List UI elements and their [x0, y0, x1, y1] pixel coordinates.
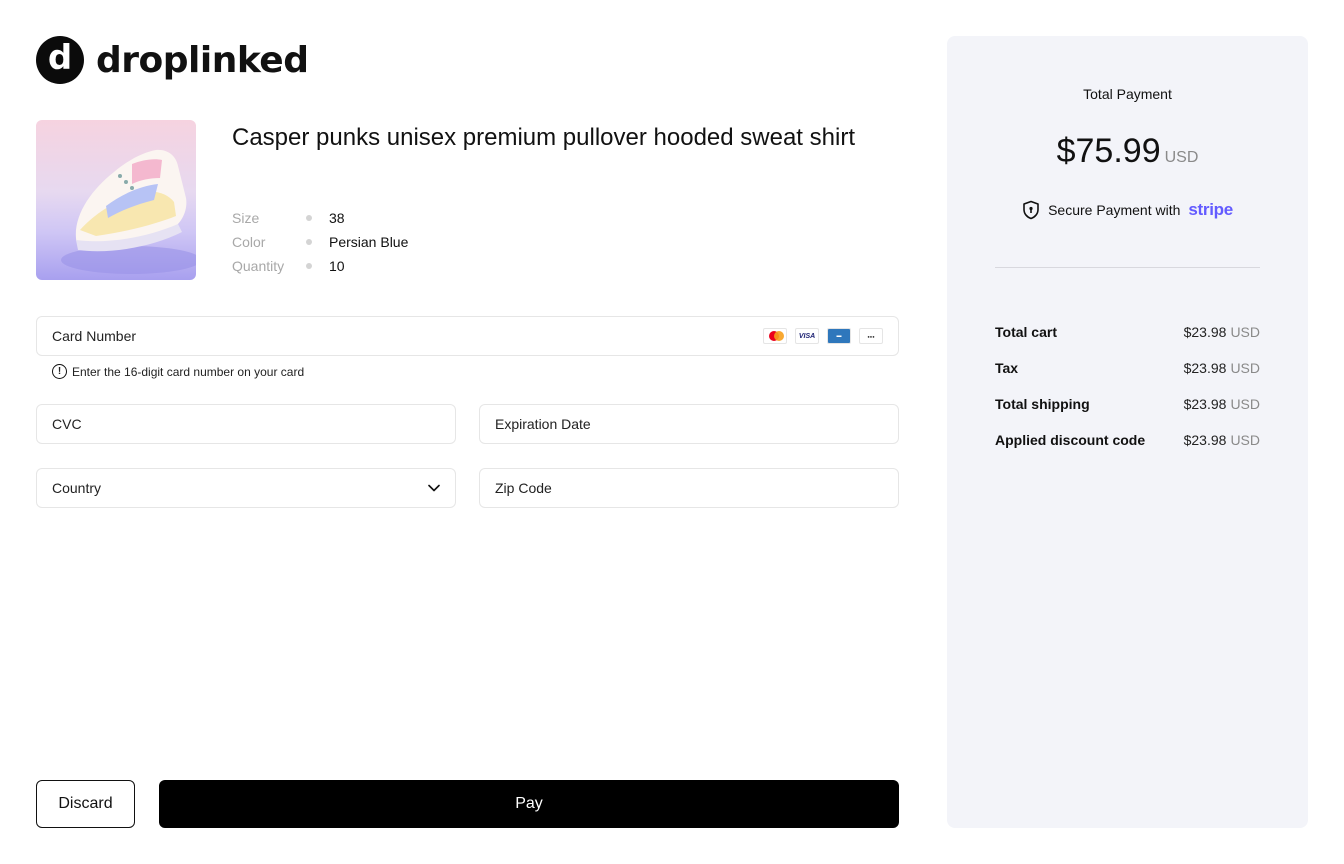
line-label: Tax — [995, 360, 1019, 376]
card-number-field[interactable]: Card Number VISA ▬ ●●● — [36, 316, 899, 356]
pay-button[interactable]: Pay — [159, 780, 899, 828]
line-value: $23.98 USD — [1183, 432, 1260, 448]
amount-currency: USD — [1164, 149, 1199, 166]
country-select[interactable]: Country — [36, 468, 456, 508]
mastercard-icon — [763, 328, 787, 344]
total-payment-amount: $75.99 USD — [947, 132, 1308, 171]
spec-label: Quantity — [232, 258, 285, 274]
zip-placeholder: Zip Code — [495, 480, 552, 496]
zip-code-field[interactable]: Zip Code — [479, 468, 899, 508]
amex-icon: ▬ — [827, 328, 851, 344]
chevron-down-icon — [428, 484, 440, 492]
expiration-date-field[interactable]: Expiration Date — [479, 404, 899, 444]
product-title: Casper punks unisex premium pullover hoo… — [232, 124, 855, 151]
bullet-icon — [306, 215, 312, 221]
spec-value: 10 — [329, 258, 345, 274]
line-label: Total cart — [995, 324, 1057, 340]
logo-mark-icon: d — [36, 36, 84, 84]
info-icon: ! — [52, 364, 67, 379]
shield-icon — [1023, 200, 1039, 220]
spec-label: Color — [232, 234, 266, 250]
discard-button[interactable]: Discard — [36, 780, 135, 828]
stripe-logo: stripe — [1188, 200, 1233, 219]
total-payment-label: Total Payment — [1083, 86, 1172, 102]
line-value: $23.98 USD — [1183, 324, 1260, 340]
spec-value: 38 — [329, 210, 345, 226]
brand-name: droplinked — [96, 39, 309, 81]
bullet-icon — [306, 263, 312, 269]
card-brands: VISA ▬ ●●● — [763, 328, 883, 344]
line-label: Applied discount code — [995, 432, 1146, 448]
product-image — [36, 120, 196, 280]
line-value: $23.98 USD — [1183, 396, 1260, 412]
secure-payment-text: Secure Payment with — [1048, 202, 1181, 218]
spec-label: Size — [232, 210, 260, 226]
summary-line: Applied discount code $23.98 USD — [995, 422, 1260, 458]
summary-line: Total cart $23.98 USD — [995, 314, 1260, 350]
bullet-icon — [306, 239, 312, 245]
card-hint-text: Enter the 16-digit card number on your c… — [72, 364, 305, 379]
cvc-placeholder: CVC — [52, 416, 82, 432]
summary-line: Total shipping $23.98 USD — [995, 386, 1260, 422]
spec-size: Size 38 — [232, 206, 408, 230]
line-value: $23.98 USD — [1183, 360, 1260, 376]
amount-value: $75.99 — [1056, 132, 1161, 170]
summary-line: Tax $23.98 USD — [995, 350, 1260, 386]
discover-icon: ●●● — [859, 328, 883, 344]
visa-icon: VISA — [795, 328, 819, 344]
summary-lines: Total cart $23.98 USD Tax $23.98 USD Total… — [995, 314, 1260, 458]
divider — [995, 267, 1260, 268]
expiration-placeholder: Expiration Date — [495, 416, 591, 432]
card-hint: ! Enter the 16-digit card number on your… — [52, 364, 304, 379]
spec-color: Color Persian Blue — [232, 230, 408, 254]
line-label: Total shipping — [995, 396, 1090, 412]
spec-quantity: Quantity 10 — [232, 254, 408, 278]
card-number-placeholder: Card Number — [52, 328, 137, 344]
spec-value: Persian Blue — [329, 234, 409, 250]
country-placeholder: Country — [52, 480, 102, 496]
secure-payment: Secure Payment with stripe — [947, 200, 1308, 220]
payment-summary: Total Payment $75.99 USD Secure Payment w… — [947, 36, 1308, 828]
brand-logo[interactable]: d droplinked — [36, 36, 309, 84]
cvc-field[interactable]: CVC — [36, 404, 456, 444]
product-specs: Size 38 Color Persian Blue Quantity 10 — [232, 206, 408, 278]
